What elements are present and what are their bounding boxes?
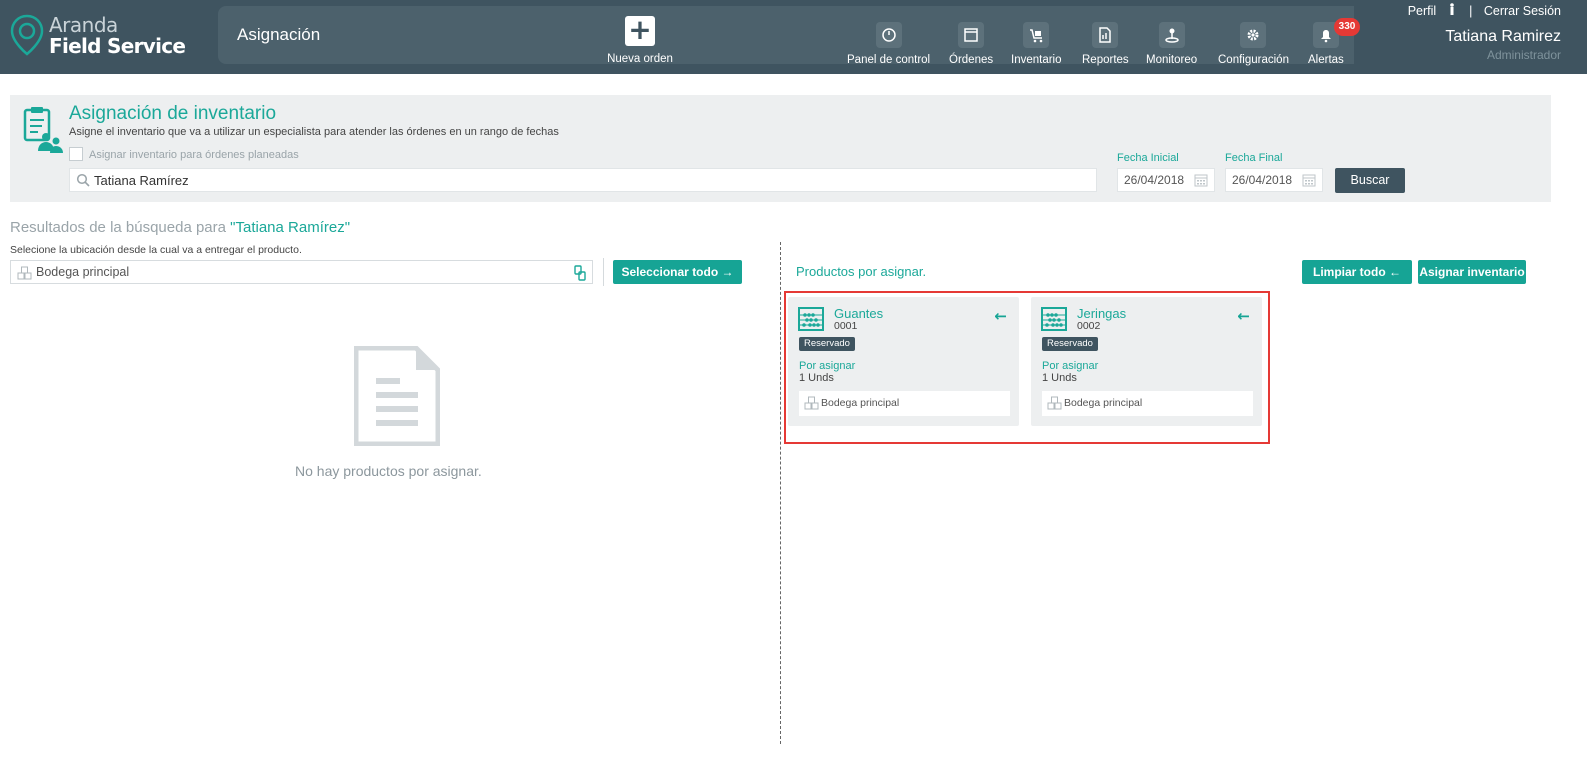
- gear-icon: [1240, 22, 1267, 48]
- nav-label: Alertas: [1308, 54, 1344, 66]
- top-bar: Aranda Field Service Asignación + Nueva …: [0, 0, 1587, 74]
- empty-message: No hay productos por asignar.: [295, 463, 482, 479]
- product-location-text: Bodega principal: [1064, 397, 1143, 409]
- warehouse-icon: [17, 266, 32, 280]
- filter-panel: Asignación de inventario Asigne el inven…: [10, 95, 1551, 202]
- arrow-left-icon[interactable]: ←: [1237, 307, 1250, 325]
- nav-label: Panel de control: [847, 54, 931, 66]
- section-bar: Asignación + Nueva orden Panel de contro…: [218, 6, 1360, 66]
- reports-icon: [1092, 22, 1119, 48]
- assign-inventory-button[interactable]: Asignar inventario: [1418, 260, 1526, 284]
- product-quantity: 1 Unds: [1042, 372, 1077, 384]
- inventory-icon: [1023, 22, 1050, 48]
- planned-orders-checkbox[interactable]: Asignar inventario para órdenes planeada…: [69, 147, 299, 161]
- start-date-field[interactable]: 26/04/2018: [1117, 168, 1215, 192]
- product-location-text: Bodega principal: [821, 397, 900, 409]
- abacus-icon: [798, 307, 824, 331]
- profile-link[interactable]: Perfil: [1408, 4, 1436, 18]
- select-all-button[interactable]: Seleccionar todo →: [613, 260, 742, 284]
- product-name: Guantes: [834, 306, 884, 321]
- brand-logo[interactable]: Aranda Field Service: [10, 12, 210, 58]
- product-code: 0001: [834, 320, 858, 332]
- page-title: Asignación de inventario: [69, 103, 277, 124]
- pending-label: Por asignar: [1042, 360, 1099, 372]
- status-badge: Reservado: [799, 337, 855, 351]
- search-button[interactable]: Buscar: [1335, 168, 1405, 193]
- abacus-icon: [1041, 307, 1067, 331]
- location-select[interactable]: Bodega principal: [10, 260, 593, 284]
- nav-panel-de-control[interactable]: Panel de control: [847, 22, 930, 66]
- user-role: Administrador: [1486, 48, 1561, 62]
- nav-label: Reportes: [1082, 54, 1129, 66]
- results-title: Resultados de la búsqueda para "Tatiana …: [10, 219, 350, 236]
- end-date-label: Fecha Final: [1225, 152, 1283, 164]
- person-icon: [1446, 3, 1456, 18]
- location-value: Bodega principal: [36, 265, 130, 279]
- product-name: Jeringas: [1077, 306, 1127, 321]
- product-card[interactable]: Jeringas 0002 ← Reservado Por asignar 1 …: [1031, 297, 1262, 426]
- nav-reportes[interactable]: Reportes: [1082, 22, 1129, 66]
- results-query: "Tatiana Ramírez": [230, 219, 351, 236]
- status-badge: Reservado: [1042, 337, 1098, 351]
- user-area: Perfil | Cerrar Sesión Tatiana Ramirez A…: [1408, 3, 1561, 62]
- arrow-left-icon[interactable]: ←: [994, 307, 1007, 325]
- end-date-value: 26/04/2018: [1232, 173, 1293, 187]
- clipboard-users-icon: [23, 107, 63, 153]
- new-order-button[interactable]: + Nueva orden: [600, 16, 680, 66]
- search-icon: [76, 173, 90, 187]
- results-title-prefix: Resultados de la búsqueda para: [10, 219, 231, 236]
- nav-ordenes[interactable]: Órdenes: [949, 22, 993, 66]
- logout-link[interactable]: Cerrar Sesión: [1484, 4, 1561, 18]
- start-date-value: 26/04/2018: [1124, 173, 1185, 187]
- checkbox-box[interactable]: [69, 147, 83, 161]
- nav-monitoreo[interactable]: Monitoreo: [1146, 22, 1197, 66]
- nav-inventario[interactable]: Inventario: [1011, 22, 1062, 66]
- orders-icon: [958, 22, 985, 48]
- nav-label: Monitoreo: [1146, 54, 1198, 66]
- product-location: Bodega principal: [1042, 391, 1253, 416]
- nav-alertas[interactable]: Alertas 330: [1308, 18, 1360, 66]
- user-links: Perfil | Cerrar Sesión: [1408, 3, 1561, 18]
- products-title: Productos por asignar.: [796, 264, 927, 279]
- toolbar-separator: [603, 258, 604, 286]
- calendar-icon[interactable]: [1194, 173, 1208, 187]
- panel-divider: [780, 242, 781, 744]
- product-card[interactable]: Guantes 0001 ← Reservado Por asignar 1 U…: [788, 297, 1019, 426]
- product-quantity: 1 Unds: [799, 372, 834, 384]
- new-order-label: Nueva orden: [607, 53, 673, 65]
- nav-label: Órdenes: [949, 54, 994, 66]
- pending-label: Por asignar: [799, 360, 856, 372]
- page-description: Asigne el inventario que va a utilizar u…: [69, 126, 559, 138]
- start-date-label: Fecha Inicial: [1117, 152, 1179, 164]
- end-date-field[interactable]: 26/04/2018: [1225, 168, 1323, 192]
- user-name: Tatiana Ramirez: [1445, 28, 1561, 45]
- warehouse-icon: [804, 396, 819, 410]
- product-location: Bodega principal: [799, 391, 1010, 416]
- location-hint: Selecione la ubicación desde la cual va …: [10, 244, 302, 256]
- specialist-search-field[interactable]: [69, 168, 1097, 192]
- nav-label: Configuración: [1218, 54, 1289, 66]
- clear-all-button[interactable]: Limpiar todo ←: [1302, 260, 1412, 284]
- empty-document-icon: [354, 346, 440, 446]
- alerts-count-badge: 330: [1334, 18, 1360, 36]
- brand-name-line2: Field Service: [49, 34, 186, 58]
- section-title: Asignación: [237, 25, 321, 44]
- nav-label: Inventario: [1011, 54, 1062, 66]
- search-input[interactable]: [94, 171, 1074, 189]
- nav-configuracion[interactable]: Configuración: [1218, 22, 1289, 66]
- warehouse-icon: [1047, 396, 1062, 410]
- dashboard-icon: [875, 22, 902, 48]
- link-icon[interactable]: [573, 265, 587, 281]
- calendar-icon[interactable]: [1302, 173, 1316, 187]
- location-pin-logo-icon: [10, 14, 44, 56]
- links-separator: |: [1469, 4, 1473, 18]
- checkbox-label: Asignar inventario para órdenes planeada…: [89, 149, 299, 161]
- monitoring-icon: [1158, 22, 1185, 48]
- plus-icon: +: [625, 16, 655, 46]
- product-code: 0002: [1077, 320, 1101, 332]
